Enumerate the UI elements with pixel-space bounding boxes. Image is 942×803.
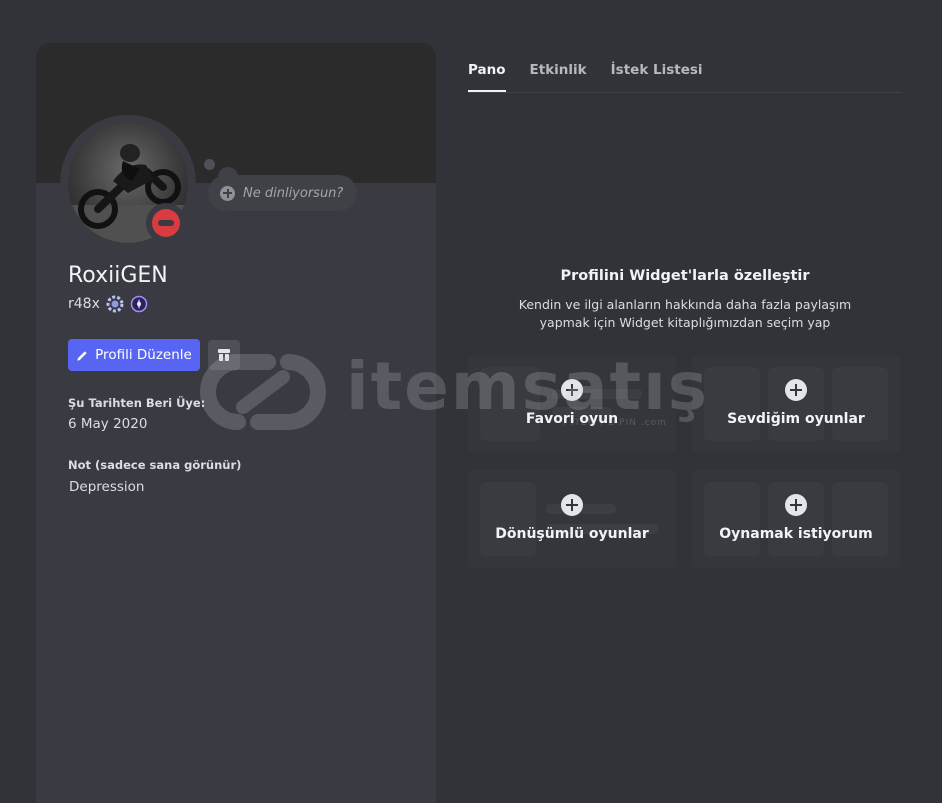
widget-placeholder	[832, 367, 888, 441]
shop-icon	[218, 349, 230, 361]
widget-placeholder	[704, 367, 760, 441]
widget-label: Favori oyun	[525, 411, 619, 427]
note-value[interactable]: Depression	[69, 479, 144, 495]
username-row: r48x	[68, 295, 148, 313]
tab-etkinlik[interactable]: Etkinlik	[530, 62, 587, 90]
add-widget-icon	[785, 494, 807, 516]
widgets-description-line: Kendin ve ilgi alanların hakkında daha f…	[518, 297, 852, 312]
add-widget-icon	[561, 494, 583, 516]
widget-placeholder	[832, 482, 888, 556]
member-since-value: 6 May 2020	[68, 416, 148, 432]
display-name: RoxiiGEN	[68, 263, 168, 288]
member-since-label: Şu Tarihten Beri Üye:	[68, 396, 206, 410]
thought-bubble-dot	[204, 159, 215, 170]
edit-profile-button[interactable]: Profili Düzenle	[68, 339, 200, 371]
custom-status-bubble[interactable]: Ne dinliyorsun?	[208, 175, 358, 211]
plus-circle-icon	[220, 185, 235, 201]
username: r48x	[68, 296, 100, 312]
shop-button[interactable]	[208, 340, 240, 370]
add-widget-icon	[785, 379, 807, 401]
note-label: Not (sadece sana görünür)	[68, 458, 242, 472]
do-not-disturb-icon	[152, 209, 180, 237]
widgets-description-line: yapmak için Widget kitaplığımızdan seçim…	[539, 315, 831, 330]
widget-placeholder	[704, 482, 760, 556]
widgets-title: Profilini Widget'larla özelleştir	[560, 268, 810, 284]
pencil-icon	[77, 350, 87, 361]
widgets-description: Kendin ve ilgi alanların hakkında daha f…	[468, 296, 902, 332]
widget-label: Dönüşümlü oyunlar	[495, 526, 649, 542]
edit-profile-label: Profili Düzenle	[95, 347, 192, 363]
widget-want-to-play[interactable]: Oynamak istiyorum	[692, 470, 900, 568]
profile-tabs: Pano Etkinlik İstek Listesi	[468, 62, 703, 92]
status-placeholder: Ne dinliyorsun?	[243, 185, 344, 201]
tab-istek-listesi[interactable]: İstek Listesi	[611, 62, 703, 90]
widget-placeholder	[480, 367, 540, 441]
nitro-badge-icon[interactable]	[130, 295, 148, 313]
widget-label: Oynamak istiyorum	[719, 526, 873, 542]
profile-card: Ne dinliyorsun? RoxiiGEN r48x Profili Dü…	[36, 43, 436, 803]
widget-rotating-games[interactable]: Dönüşümlü oyunlar	[468, 470, 676, 568]
widget-favorite-games[interactable]: Sevdiğim oyunlar	[692, 355, 900, 453]
tabs-divider	[468, 92, 902, 93]
status-indicator	[146, 203, 186, 243]
widget-favorite-game[interactable]: Favori oyun	[468, 355, 676, 453]
tab-pano[interactable]: Pano	[468, 62, 506, 92]
widget-label: Sevdiğim oyunlar	[727, 411, 865, 427]
add-widget-icon	[561, 379, 583, 401]
hypesquad-badge-icon[interactable]	[106, 295, 124, 313]
widget-placeholder	[480, 482, 536, 556]
